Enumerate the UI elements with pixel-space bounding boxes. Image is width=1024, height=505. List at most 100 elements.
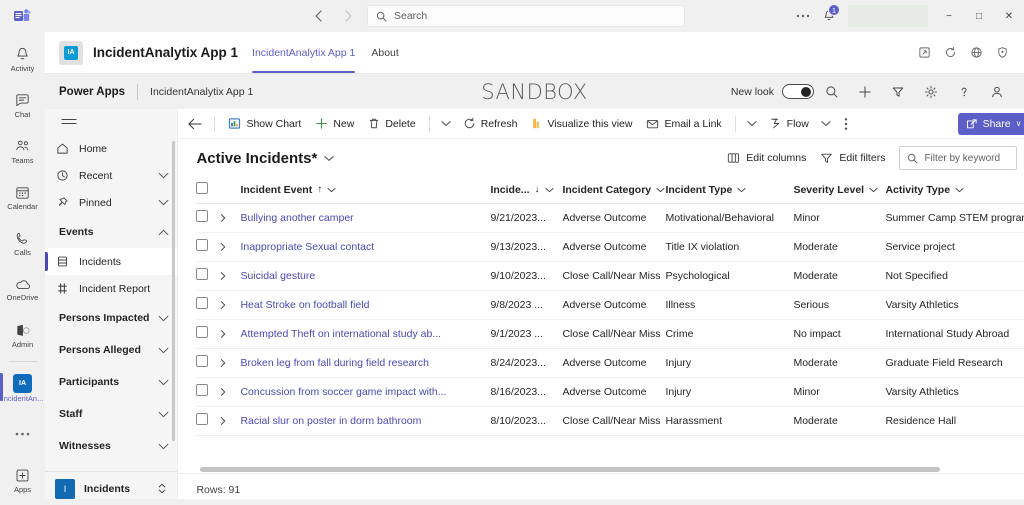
bell-icon[interactable]: 1 xyxy=(816,3,842,29)
email-a-link-button[interactable]: Email a Link xyxy=(639,111,728,137)
person-icon[interactable] xyxy=(982,79,1012,105)
table-row[interactable]: Broken leg from fall during field resear… xyxy=(196,348,1024,378)
gear-icon[interactable] xyxy=(916,79,946,105)
avatar[interactable] xyxy=(848,5,928,27)
sidebar-item-incidentanalytix[interactable]: IA IncidentAn... xyxy=(0,365,45,411)
table-row[interactable]: Heat Stroke on football field 9/8/2023 .… xyxy=(196,290,1024,320)
globe-icon[interactable] xyxy=(966,43,986,63)
help-icon[interactable] xyxy=(949,79,979,105)
chevron-down-icon[interactable] xyxy=(324,155,334,162)
select-all-checkbox[interactable] xyxy=(196,182,209,195)
back-button[interactable] xyxy=(307,5,329,27)
record-link[interactable]: Inappropriate Sexual contact xyxy=(240,241,374,253)
chevron-down-icon[interactable] xyxy=(869,187,878,193)
row-checkbox[interactable] xyxy=(196,384,209,396)
grid-horizontal-scrollbar[interactable] xyxy=(200,467,941,472)
tab-incidentanalytix-app-1[interactable]: IncidentAnalytix App 1 xyxy=(252,32,356,73)
plus-icon[interactable] xyxy=(850,79,880,105)
chevron-right-icon[interactable] xyxy=(220,416,240,426)
chevron-down-icon[interactable] xyxy=(656,187,665,193)
table-row[interactable]: Suicidal gesture 9/10/2023... Close Call… xyxy=(196,261,1024,291)
column-header-severity-level[interactable]: Severity Level xyxy=(793,177,886,204)
sidebar-item-incidents[interactable]: Incidents xyxy=(45,248,178,275)
chevron-down-icon[interactable] xyxy=(327,187,336,193)
chevron-down-icon[interactable] xyxy=(544,187,554,193)
column-header-incident-category[interactable]: Incident Category xyxy=(562,177,666,204)
row-checkbox[interactable] xyxy=(196,297,209,309)
sidebar-item-calls[interactable]: Calls xyxy=(0,220,45,266)
chevron-right-icon[interactable] xyxy=(220,387,240,397)
forward-button[interactable] xyxy=(337,5,359,27)
chevron-up-down-icon[interactable] xyxy=(157,482,167,495)
record-link[interactable]: Bullying another camper xyxy=(240,212,353,224)
filter-by-keyword-box[interactable]: Filter by keyword xyxy=(899,146,1018,170)
chevron-down-icon[interactable] xyxy=(158,199,169,206)
sidebar-item-admin[interactable]: Admin xyxy=(0,312,45,358)
row-checkbox[interactable] xyxy=(196,326,209,338)
filter-icon[interactable] xyxy=(883,79,913,105)
record-link[interactable]: Concussion from soccer game impact with.… xyxy=(240,386,446,398)
row-checkbox[interactable] xyxy=(196,239,209,251)
sidebar-item-teams[interactable]: Teams xyxy=(0,128,45,174)
new-look-toggle[interactable] xyxy=(782,84,814,99)
show-chart-button[interactable]: Show Chart xyxy=(221,111,308,137)
ellipsis-icon[interactable] xyxy=(790,3,816,29)
sidebar-group-staff[interactable]: Staff xyxy=(45,398,177,430)
close-button[interactable]: ✕ xyxy=(994,0,1024,32)
arrow-left-icon[interactable] xyxy=(182,111,208,137)
site-map-scrollbar[interactable] xyxy=(172,141,176,441)
filter-keyword-input[interactable]: Filter by keyword xyxy=(924,153,1000,164)
chevron-right-icon[interactable] xyxy=(220,329,240,339)
chevron-down-icon[interactable] xyxy=(816,111,836,137)
minimize-button[interactable]: − xyxy=(934,0,964,32)
sidebar-group-persons-alleged[interactable]: Persons Alleged xyxy=(45,334,177,366)
new-button[interactable]: New xyxy=(308,111,361,137)
share-button[interactable]: Share ∨ xyxy=(957,112,1024,135)
open-in-new-window-icon[interactable] xyxy=(914,43,934,63)
sidebar-group-witnesses[interactable]: Witnesses xyxy=(45,430,177,462)
sidebar-item-onedrive[interactable]: OneDrive xyxy=(0,266,45,312)
sidebar-group-persons-impacted[interactable]: Persons Impacted xyxy=(45,302,177,334)
record-link[interactable]: Attempted Theft on international study a… xyxy=(240,328,441,340)
row-checkbox[interactable] xyxy=(196,210,209,222)
record-link[interactable]: Broken leg from fall during field resear… xyxy=(240,357,429,369)
chevron-down-icon[interactable] xyxy=(955,187,964,193)
view-title[interactable]: Active Incidents* xyxy=(196,150,317,167)
sidebar-group-communication[interactable]: Communication xyxy=(45,462,177,471)
chevron-down-icon[interactable] xyxy=(158,411,169,418)
sidebar-item-incident-report[interactable]: Incident Report xyxy=(45,275,177,302)
column-header-incident-type[interactable]: Incident Type xyxy=(665,177,794,204)
hamburger-icon[interactable] xyxy=(45,109,177,135)
tab-about[interactable]: About xyxy=(371,32,398,73)
edit-filters-button[interactable]: Edit filters xyxy=(820,152,885,164)
chevron-down-icon[interactable] xyxy=(436,111,456,137)
shield-icon[interactable] xyxy=(992,43,1012,63)
table-row[interactable]: Racial slur on poster in dorm bathroom 8… xyxy=(196,406,1024,436)
record-link[interactable]: Heat Stroke on football field xyxy=(240,299,369,311)
search-icon[interactable] xyxy=(817,79,847,105)
edit-columns-button[interactable]: Edit columns xyxy=(727,152,806,164)
sidebar-item-home[interactable]: Home xyxy=(45,135,177,162)
sidebar-item-calendar[interactable]: Calendar xyxy=(0,174,45,220)
chevron-up-icon[interactable] xyxy=(158,229,169,236)
column-header-incident-event[interactable]: Incident Event ↑ xyxy=(240,177,491,204)
visualize-this-view-button[interactable]: Visualize this view xyxy=(524,111,639,137)
chevron-right-icon[interactable] xyxy=(220,242,240,252)
record-link[interactable]: Suicidal gesture xyxy=(240,270,315,282)
delete-button[interactable]: Delete xyxy=(361,111,422,137)
sidebar-group-events[interactable]: Events xyxy=(45,216,177,248)
table-row[interactable]: Inappropriate Sexual contact 9/13/2023..… xyxy=(196,232,1024,262)
sidebar-item-chat[interactable]: Chat xyxy=(0,82,45,128)
chevron-down-icon[interactable] xyxy=(737,187,746,193)
row-checkbox[interactable] xyxy=(196,355,209,367)
flow-button[interactable]: Flow xyxy=(762,111,816,137)
column-header-activity-type[interactable]: Activity Type xyxy=(885,177,1024,204)
record-link[interactable]: Racial slur on poster in dorm bathroom xyxy=(240,415,421,427)
chevron-right-icon[interactable] xyxy=(220,213,240,223)
sidebar-item-activity[interactable]: Activity xyxy=(0,36,45,82)
table-row[interactable]: Concussion from soccer game impact with.… xyxy=(196,377,1024,407)
chevron-down-icon[interactable] xyxy=(158,379,169,386)
chevron-right-icon[interactable] xyxy=(220,300,240,310)
column-header-incident-date[interactable]: Incide... ↓ xyxy=(490,177,563,204)
chevron-down-icon[interactable] xyxy=(158,172,169,179)
